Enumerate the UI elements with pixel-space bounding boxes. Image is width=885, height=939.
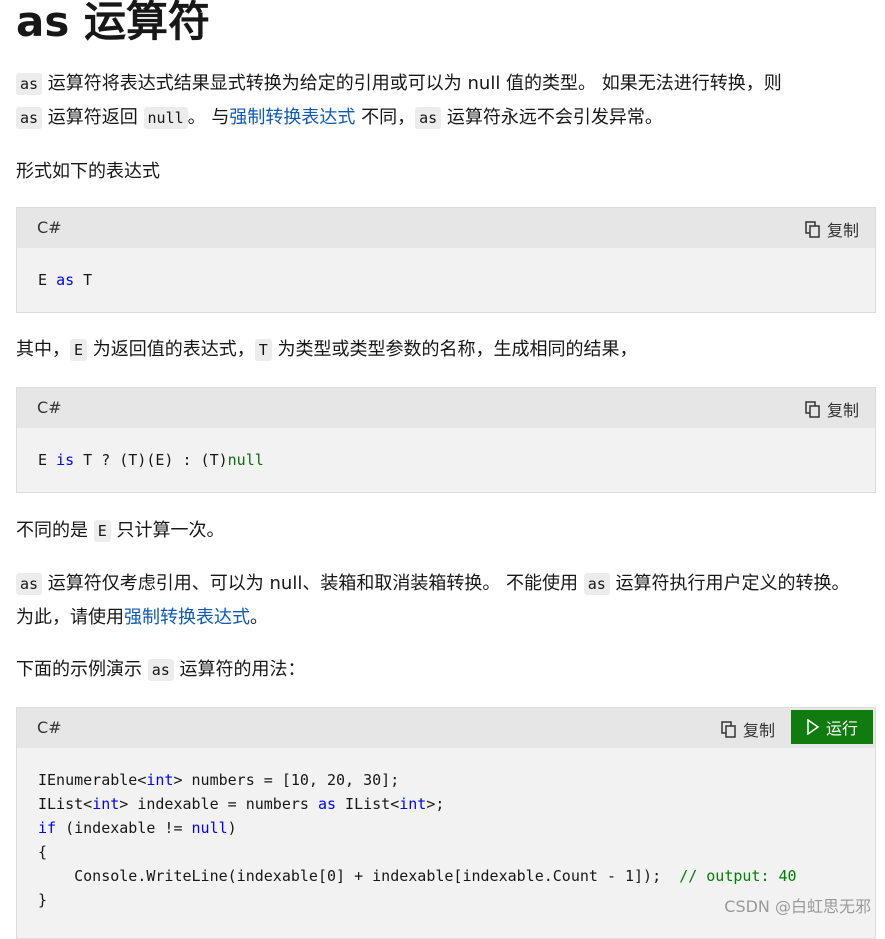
copy-button[interactable]: 复制 (804, 217, 859, 241)
text: 只计算一次。 (110, 520, 225, 541)
code-token: IList< (336, 795, 400, 813)
inline-code: as (415, 107, 442, 129)
watermark: CSDN @白虹思无邪 (724, 897, 871, 916)
code-block-header: C# 复制 (17, 208, 875, 248)
code-keyword: null (227, 451, 264, 469)
form-paragraph: 形式如下的表达式 (16, 161, 160, 182)
code-keyword: int (92, 795, 120, 813)
inline-code: as (583, 573, 610, 595)
copy-label: 复制 (742, 721, 775, 740)
copy-button[interactable]: 复制 (804, 397, 859, 421)
text: 运算符永远不会引发异常。 (441, 107, 663, 128)
text: 运算符的用法： (173, 659, 306, 680)
intro-paragraph: as 运算符将表达式结果显式转换为给定的引用或可以为 null 值的类型。 如果… (16, 67, 871, 135)
text: 为类型或类型参数的名称，生成相同的结果， (271, 339, 638, 360)
page-title: as 运算符 (16, 0, 210, 46)
once-paragraph: 不同的是 E 只计算一次。 (16, 514, 871, 548)
play-icon (807, 719, 820, 735)
text: 为返回值的表达式， (87, 339, 255, 360)
inline-code: as (147, 659, 174, 681)
text: 下面的示例演示 (16, 659, 148, 680)
copy-icon (721, 720, 736, 738)
code-language-label: C# (37, 718, 62, 737)
code-keyword: int (399, 795, 427, 813)
code-token: > indexable = numbers (119, 795, 318, 813)
inline-code: as (16, 73, 43, 95)
inline-code: T (254, 339, 272, 361)
code-token: T (74, 271, 93, 289)
code-block-1: C# 复制 E as T (16, 207, 876, 313)
text: 不同， (355, 107, 416, 128)
copy-label: 复制 (826, 221, 859, 240)
text: 。 (250, 607, 268, 628)
code-block-header: C# 复制 运行 (17, 708, 875, 748)
code-language-label: C# (37, 218, 62, 237)
copy-icon (805, 220, 820, 238)
code-content: E is T ? (T)(E) : (T)null (17, 428, 875, 492)
code-token: E (38, 271, 57, 289)
code-keyword: null (191, 819, 228, 837)
example-paragraph: 下面的示例演示 as 运算符的用法： (16, 653, 871, 687)
inline-code: as (16, 107, 43, 129)
code-token: >; (426, 795, 445, 813)
code-token: ) (227, 819, 237, 837)
code-token: Console.WriteLine(indexable[0] + indexab… (38, 867, 680, 885)
code-token: { (38, 843, 48, 861)
inline-code: null (143, 107, 188, 129)
text: 运算符将表达式结果显式转换为给定的引用或可以为 null 值的类型。 如果无法进… (42, 73, 782, 94)
code-keyword: if (38, 819, 57, 837)
code-token: E (38, 451, 57, 469)
code-keyword: int (146, 771, 174, 789)
code-keyword: as (56, 271, 75, 289)
code-keyword: as (317, 795, 337, 813)
conversions-paragraph: as 运算符仅考虑引用、可以为 null、装箱和取消装箱转换。 不能使用 as … (16, 567, 871, 635)
code-token: > numbers = [10, 20, 30]; (173, 771, 400, 789)
where-paragraph: 其中， E 为返回值的表达式， T 为类型或类型参数的名称，生成相同的结果， (16, 333, 871, 367)
code-token: (indexable != (56, 819, 192, 837)
inline-code: E (70, 339, 88, 361)
inline-code: as (16, 573, 43, 595)
text: 不同的是 (16, 520, 94, 541)
run-button[interactable]: 运行 (791, 710, 873, 744)
text: 。 与 (187, 107, 230, 128)
code-content: E as T (17, 248, 875, 312)
cast-expression-link[interactable]: 强制转换表达式 (229, 107, 355, 128)
copy-label: 复制 (826, 401, 859, 420)
inline-code: E (93, 520, 111, 542)
code-token: } (38, 891, 48, 909)
text: 运算符返回 (42, 107, 144, 128)
code-block-header: C# 复制 (17, 388, 875, 428)
text: 其中， (16, 339, 70, 360)
code-keyword: is (56, 451, 75, 469)
cast-expression-link[interactable]: 强制转换表达式 (124, 607, 250, 628)
text: 运算符仅考虑引用、可以为 null、装箱和取消装箱转换。 不能使用 (42, 573, 584, 594)
code-block-2: C# 复制 E is T ? (T)(E) : (T)null (16, 387, 876, 493)
copy-icon (805, 400, 820, 418)
code-language-label: C# (37, 398, 62, 417)
code-comment: // output: 40 (679, 867, 797, 885)
code-token: IEnumerable< (38, 771, 147, 789)
copy-button[interactable]: 复制 (720, 717, 775, 741)
run-label: 运行 (825, 719, 858, 738)
code-token: T ? (T)(E) : (T) (74, 451, 228, 469)
code-token: IList< (38, 795, 93, 813)
